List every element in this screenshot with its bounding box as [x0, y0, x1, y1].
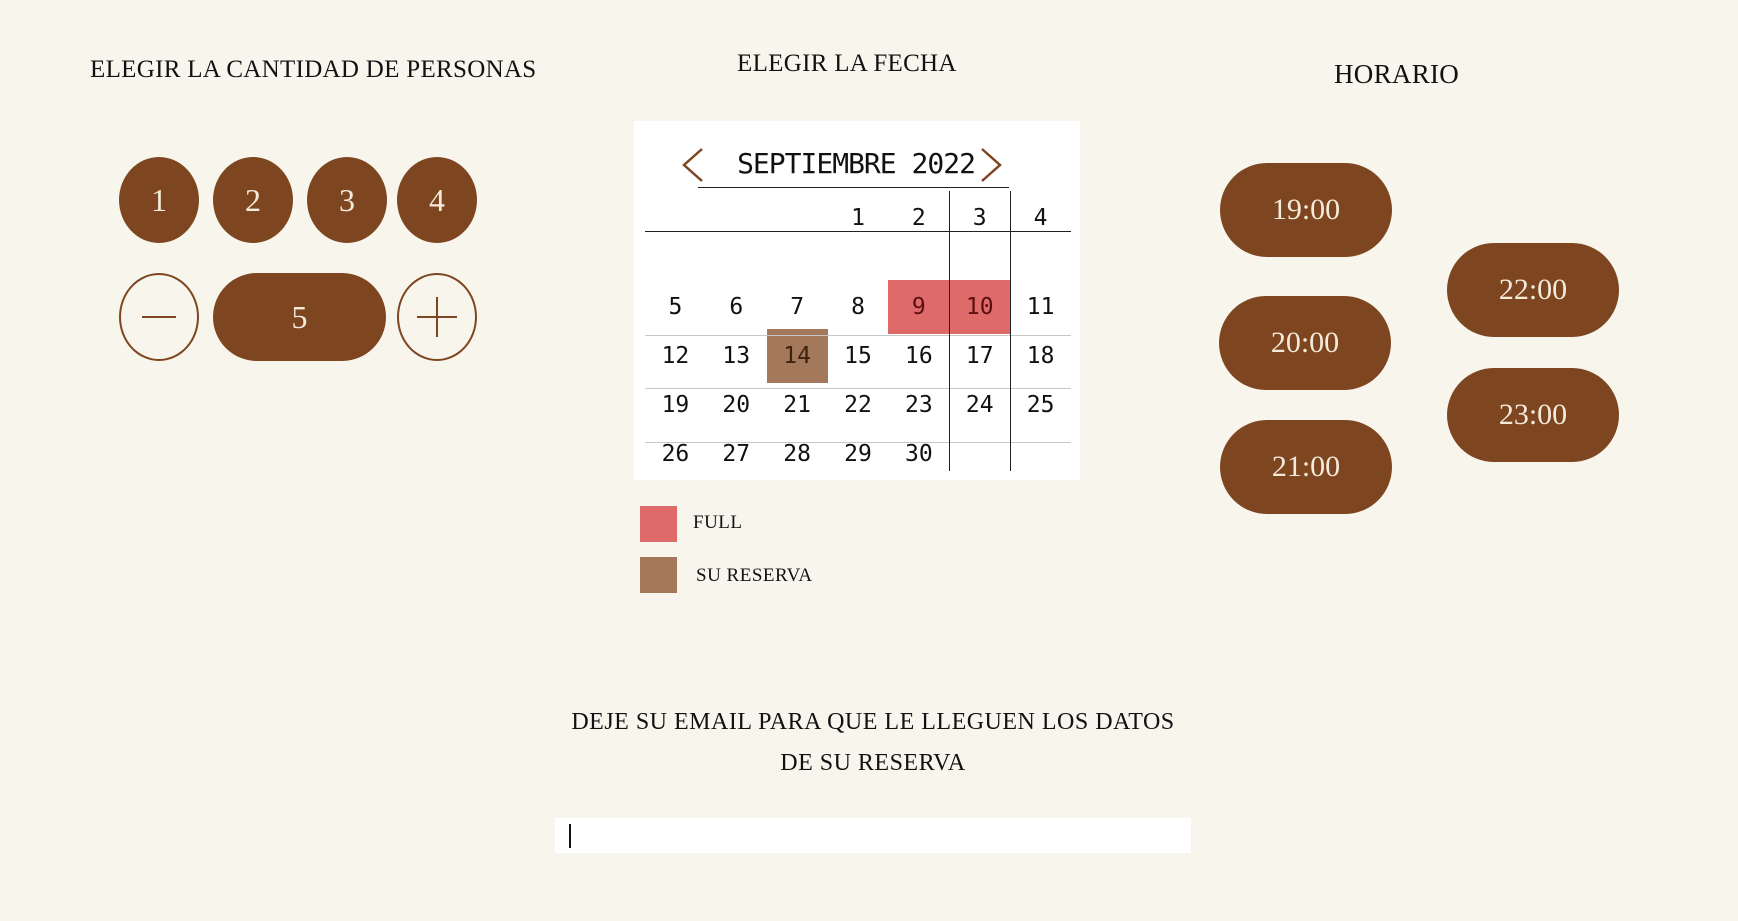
- minus-icon: [142, 316, 176, 318]
- calendar-day[interactable]: 1: [828, 191, 889, 231]
- calendar-day[interactable]: 14: [766, 329, 828, 383]
- calendar-day[interactable]: 21: [767, 378, 828, 432]
- calendar-day[interactable]: 7: [767, 280, 828, 334]
- calendar-day[interactable]: 8: [828, 280, 889, 334]
- calendar-column-divider: [1010, 191, 1012, 471]
- decrease-people-button[interactable]: [119, 273, 199, 361]
- legend-reserved-swatch: [640, 557, 677, 593]
- legend-full-swatch: [640, 506, 677, 542]
- schedule-heading: HORARIO: [1334, 59, 1460, 89]
- increase-people-button[interactable]: [397, 273, 477, 361]
- chevron-left-icon: [682, 148, 703, 182]
- time-slot-1900[interactable]: 19:00: [1220, 163, 1392, 257]
- time-slot-2200[interactable]: 22:00: [1447, 243, 1619, 337]
- calendar-day[interactable]: 30: [888, 427, 949, 481]
- plus-icon: [417, 297, 457, 337]
- calendar-column-divider: [949, 191, 951, 471]
- calendar-day[interactable]: 24: [949, 378, 1010, 432]
- calendar-day[interactable]: 3: [949, 191, 1010, 231]
- calendar-day[interactable]: 22: [828, 378, 889, 432]
- calendar-day[interactable]: 16: [888, 329, 949, 383]
- calendar-title-rule: [698, 187, 1009, 188]
- calendar-day[interactable]: 26: [645, 427, 706, 481]
- calendar-day[interactable]: 27: [706, 427, 767, 481]
- people-option-4[interactable]: 4: [397, 157, 477, 243]
- calendar-day[interactable]: 25: [1010, 378, 1071, 432]
- chevron-right-icon: [981, 148, 1002, 182]
- calendar-day[interactable]: 29: [828, 427, 889, 481]
- date-heading: ELEGIR LA FECHA: [737, 50, 957, 77]
- calendar-day[interactable]: 4: [1010, 191, 1071, 231]
- calendar-day[interactable]: 11: [1010, 280, 1071, 334]
- legend-reserved-label: SU RESERVA: [696, 565, 813, 586]
- calendar-day[interactable]: 2: [888, 191, 949, 231]
- people-heading: ELEGIR LA CANTIDAD DE PERSONAS: [90, 56, 537, 83]
- calendar-day[interactable]: 20: [706, 378, 767, 432]
- calendar-month-title: SEPTIEMBRE 2022: [737, 147, 976, 180]
- calendar-day[interactable]: 15: [828, 329, 889, 383]
- calendar-day[interactable]: 18: [1010, 329, 1071, 383]
- email-instructions: DEJE SU EMAIL PARA QUE LE LLEGUEN LOS DA…: [500, 702, 1246, 784]
- people-count-display: 5: [213, 273, 386, 361]
- people-option-2[interactable]: 2: [213, 157, 293, 243]
- calendar-next-button[interactable]: [976, 145, 1006, 185]
- calendar-row-divider: [645, 335, 1071, 336]
- email-input[interactable]: [555, 818, 1191, 853]
- calendar-row-divider: [645, 388, 1071, 389]
- time-slot-2300[interactable]: 23:00: [1447, 368, 1619, 462]
- text-cursor: [569, 824, 571, 848]
- calendar-day[interactable]: 12: [645, 329, 706, 383]
- calendar: SEPTIEMBRE 2022 1 2 3 4 5 6 7 8 9 10 11 12 13 14 15 16 1…: [634, 121, 1080, 480]
- calendar-day[interactable]: 13: [706, 329, 767, 383]
- calendar-day[interactable]: 23: [888, 378, 949, 432]
- time-slot-2100[interactable]: 21:00: [1220, 420, 1392, 514]
- people-option-1[interactable]: 1: [119, 157, 199, 243]
- calendar-prev-button[interactable]: [678, 145, 708, 185]
- calendar-row-divider: [645, 231, 1071, 232]
- calendar-day[interactable]: 28: [767, 427, 828, 481]
- legend-full-label: FULL: [693, 512, 743, 533]
- calendar-day[interactable]: 10: [949, 280, 1011, 334]
- people-option-3[interactable]: 3: [307, 157, 387, 243]
- email-instructions-line1: DEJE SU EMAIL PARA QUE LE LLEGUEN LOS DA…: [571, 709, 1175, 735]
- time-slot-2000[interactable]: 20:00: [1219, 296, 1391, 390]
- calendar-day[interactable]: 9: [888, 280, 950, 334]
- calendar-day[interactable]: 17: [949, 329, 1010, 383]
- calendar-day[interactable]: 5: [645, 280, 706, 334]
- calendar-row-divider: [645, 442, 1071, 443]
- email-instructions-line2: DE SU RESERVA: [780, 750, 966, 776]
- calendar-day[interactable]: 6: [706, 280, 767, 334]
- calendar-day[interactable]: 19: [645, 378, 706, 432]
